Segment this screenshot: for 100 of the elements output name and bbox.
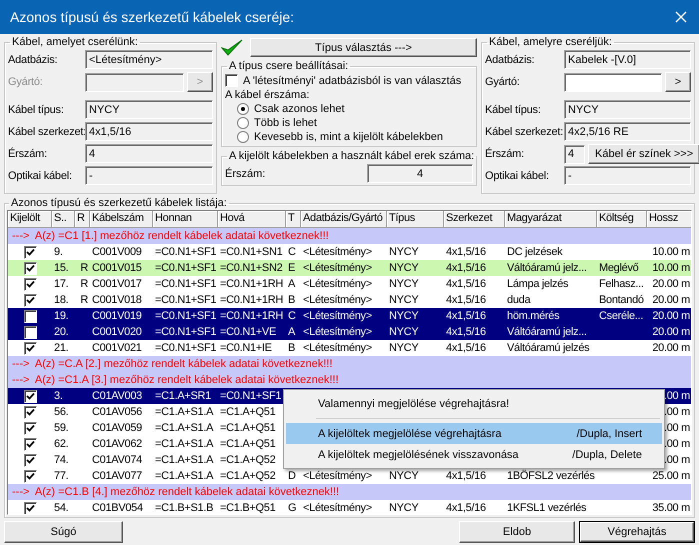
table-cell-text: .00 m: [662, 389, 691, 403]
table-cell-text: E: [287, 261, 296, 275]
table-cell-text: .00 m: [662, 405, 691, 419]
group-title: Kábel, amelyet cserélünk:: [11, 36, 139, 49]
table-cell-text: 4x1,5/16: [445, 309, 487, 323]
table-cell-text: R: [79, 293, 89, 307]
table-cell-text: 20.: [53, 325, 70, 339]
table-cell-text: 25.00 m: [651, 469, 691, 483]
group-title: A kijelölt kábelekben a használt kábel erek száma:: [228, 150, 476, 163]
table-cell-text: C01AV062: [91, 437, 143, 451]
table-cell-text: 1KFSL1 vezérlés: [506, 501, 588, 514]
table-cell-text: 15.: [53, 261, 70, 275]
table-cell-text: <Létesítmény>: [302, 293, 373, 307]
readonly-field: 4: [367, 164, 473, 183]
table-cell-text: 9.: [53, 245, 64, 259]
table-cell-text: =C0.N1+SF1: [154, 325, 218, 339]
table-cell-text: 10.00 m: [651, 245, 691, 259]
table-cell-text: <Létesítmény>: [302, 245, 373, 259]
field-label: Érszám:: [225, 168, 266, 180]
field-label: Adatbázis:: [8, 54, 58, 66]
table-cell-text: NYCY: [388, 309, 420, 323]
table-cell-text: =C0.N1+SF1: [154, 341, 218, 355]
table-cell-text: =C0.N1+1RH: [219, 277, 284, 291]
table-cell-text: =C0.N1+SF1: [154, 293, 218, 307]
table-cell-text: R: [79, 277, 89, 291]
group-header: ---> A(z) =C1.A [3.] mezőhöz rendelt kábelek adatai következnek!!!: [11, 374, 338, 386]
table-cell-text: NYCY: [388, 277, 420, 291]
table-cell-text: 3.: [53, 389, 64, 403]
group-header: ---> A(z) =C1 [1.] mezőhöz rendelt kábelek adatai következnek!!!: [11, 230, 329, 242]
table-cell-text: 18.: [53, 293, 70, 307]
table-cell-text: 20.00 m: [651, 309, 691, 323]
table-cell-text: R: [79, 261, 89, 275]
field-label: Adatbázis:: [485, 54, 536, 66]
table-cell-text: 4x1,5/16: [445, 341, 487, 355]
table-cell-text: NYCY: [388, 341, 420, 355]
table-cell-text: <Létesítmény>: [302, 325, 373, 339]
table-cell-text: 74.: [53, 453, 70, 467]
table-cell-text: =C1.A+SR1: [154, 389, 212, 403]
table-cell-text: C001V018: [91, 293, 143, 307]
field-label: Kábel típus:: [8, 104, 65, 116]
field-label: Optikai kábel:: [485, 170, 550, 182]
radio-label: Csak azonos lehet: [254, 103, 344, 115]
table-cell-text: B: [287, 341, 296, 355]
table-cell-text: 62.: [53, 437, 70, 451]
table-cell-text: =C0.N1+SN2: [219, 261, 284, 275]
table-cell-text: C01AV059: [91, 421, 143, 435]
table-cell-text: Felhasz...: [598, 277, 645, 291]
table-cell-text: 35.00 m: [651, 501, 691, 514]
table-cell-text: <Létesítmény>: [302, 261, 373, 275]
table-cell-text: =C0.N1+SF1: [154, 261, 218, 275]
table-cell-text: =C0.N1+SF1: [154, 309, 218, 323]
table-cell-text: 4x1,5/16: [445, 501, 487, 514]
table-cell-text: Meglévő: [598, 261, 640, 275]
table-cell-text: 4x1,5/16: [445, 277, 487, 291]
table-cell-text: 56.: [53, 405, 70, 419]
table-cell-text: =C0.N1+IE: [219, 341, 273, 355]
table-cell-text: =C1.A+S1.A: [154, 421, 214, 435]
table-cell-text: =C1.A+S1.A: [154, 437, 214, 451]
table-cell-text: =C1.A+S1.A: [154, 453, 214, 467]
table-cell-text: A: [287, 325, 296, 339]
table-cell-text: .00 m: [662, 421, 691, 435]
table-cell-text: duda: [506, 293, 532, 307]
table-cell-text: .00 m: [662, 453, 691, 467]
table-cell-text: =C1.B+Q51: [219, 501, 276, 514]
window-title: Azonos típusú és szerkezetű kábelek cseréje:: [10, 9, 294, 25]
table-cell-text: C01AV074: [91, 453, 143, 467]
table-cell-text: A: [287, 277, 296, 291]
table-cell-text: Bontandó: [598, 293, 645, 307]
table-cell-text: .00 m: [662, 437, 691, 451]
table-cell-text: 54.: [53, 501, 70, 514]
table-cell-text: 4x1,5/16: [445, 245, 487, 259]
table-cell-text: G: [287, 501, 298, 514]
table-cell-text: 4x1,5/16: [445, 469, 487, 483]
table-cell-text: Cseréle...: [598, 309, 644, 323]
table-cell-text: C001V021: [91, 341, 143, 355]
field-label: Gyártó:: [485, 76, 521, 88]
table-cell-text: =C1.A+Q51: [219, 437, 276, 451]
table-cell-text: <Létesítmény>: [302, 469, 373, 483]
table-cell-text: <Létesítmény>: [302, 277, 373, 291]
table-cell-text: C01AV077: [91, 469, 143, 483]
table-cell-text: 20.00 m: [651, 325, 691, 339]
table-cell-text: Lámpa jelzés: [506, 277, 570, 291]
table-cell-text: 10.00 m: [651, 261, 691, 275]
table-cell-text: =C0.N1+SF1: [154, 245, 218, 259]
table-cell-text: 1BÖFSL2 vezérlés: [506, 469, 596, 483]
table-cell-text: <Létesítmény>: [302, 309, 373, 323]
table-cell-text: =C0.N1+1RH: [219, 309, 284, 323]
table-cell-text: 20.00 m: [651, 293, 691, 307]
table-cell-text: B: [287, 293, 296, 307]
table-cell-text: =C0.N1+VE: [219, 325, 278, 339]
table-cell-text: C001V017: [91, 277, 143, 291]
table-cell-text: 4x1,5/16: [445, 325, 487, 339]
table-cell-text: NYCY: [388, 245, 420, 259]
table-cell-text: =C0.N1+1RH: [219, 293, 284, 307]
table-cell-text: =C1.A+Q51: [219, 421, 276, 435]
checkbox-label: A 'létesítményi' adatbázisból is van választás: [243, 74, 462, 86]
field-label: Kábel szerkezet:: [485, 126, 564, 138]
field-label: Gyártó:: [8, 76, 44, 88]
table-cell-text: NYCY: [388, 469, 420, 483]
table-cell-text: NYCY: [388, 261, 420, 275]
